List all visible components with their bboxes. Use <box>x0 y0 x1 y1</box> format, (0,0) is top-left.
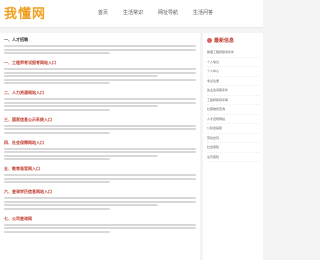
sidebar-link[interactable]: 社会保险 <box>207 143 259 153</box>
article-section: 七、公司查询网 <box>4 216 196 233</box>
text-line <box>4 131 110 134</box>
article-section: 二、人力资源网站入口 <box>4 90 196 111</box>
text-line <box>4 177 196 180</box>
text-line <box>4 158 110 160</box>
site-logo[interactable]: 我懂网 <box>4 3 46 22</box>
sidebar-link[interactable]: 失业金领取条件 <box>207 86 259 96</box>
article-section: 一、人才招聘 <box>4 37 196 54</box>
article-section: 一、工程师考试报考网站入口 <box>4 60 196 84</box>
sidebar-title: 最新信息 <box>214 38 235 44</box>
section-title[interactable]: 六、查询学历信息网站入口 <box>4 189 196 195</box>
text-line <box>4 71 196 74</box>
text-line <box>4 78 196 81</box>
section-title[interactable]: 七、公司查询网 <box>4 216 196 222</box>
text-line <box>4 151 196 153</box>
text-line <box>4 230 110 233</box>
sidebar-link[interactable]: 劳动合同 <box>207 134 259 143</box>
article-section: 四、社会保障网站入口 <box>4 140 196 160</box>
article-section: 五、教育局官网入口 <box>4 166 196 183</box>
sidebar-header: 最新信息 <box>207 37 259 44</box>
text-line <box>4 98 196 100</box>
text-line <box>4 174 196 176</box>
section-title[interactable]: 五、教育局官网入口 <box>4 166 196 172</box>
sidebar: 最新信息 助理工程师报考条件 个人信息 个人中心 考试注册 失业金领取条件 工程师职称评审… <box>203 33 263 260</box>
text-line <box>4 124 196 127</box>
article-section: 六、查询学历信息网站入口 <box>4 189 196 210</box>
nav-life-tips[interactable]: 生活常识 <box>123 9 143 16</box>
sidebar-link[interactable]: 社保缴费查询 <box>207 105 259 115</box>
section-title[interactable]: 三、国家信息公示系统入口 <box>4 117 196 123</box>
sidebar-link[interactable]: 个人中心 <box>207 67 259 77</box>
nav-life-qa[interactable]: 生活问答 <box>193 9 213 16</box>
text-line <box>4 197 196 199</box>
text-line <box>4 68 196 70</box>
text-line <box>4 223 196 226</box>
info-icon <box>207 38 212 43</box>
nav-site-directory[interactable]: 网址导航 <box>158 9 178 16</box>
text-line <box>4 105 158 107</box>
sidebar-link[interactable]: 生育保险 <box>207 153 259 162</box>
text-line <box>4 204 158 206</box>
sidebar-link[interactable]: 个人信息 <box>207 58 259 67</box>
sidebar-list: 助理工程师报考条件 个人信息 个人中心 考试注册 失业金领取条件 工程师职称评审 社保缴费查… <box>207 48 259 162</box>
text-line <box>4 207 110 210</box>
main-nav: 首页 生活常识 网址导航 生活问答 <box>98 9 213 16</box>
section-title[interactable]: 一、工程师考试报考网站入口 <box>4 60 196 66</box>
article-content: 一、人才招聘 一、工程师考试报考网站入口 二、人力资源网站入口 三、国家信息公示系统入… <box>0 33 200 260</box>
article-section: 三、国家信息公示系统入口 <box>4 117 196 134</box>
nav-home[interactable]: 首页 <box>98 9 108 16</box>
section-title[interactable]: 四、社会保障网站入口 <box>4 140 196 146</box>
text-line <box>4 101 196 104</box>
text-line <box>4 45 196 47</box>
sidebar-link[interactable]: 人才招聘网站 <box>207 115 259 124</box>
section-title[interactable]: 一、人才招聘 <box>4 37 196 43</box>
text-line <box>4 82 110 84</box>
sidebar-link[interactable]: 助理工程师报考条件 <box>207 48 259 58</box>
text-line <box>4 108 110 111</box>
sidebar-link[interactable]: 考试注册 <box>207 77 259 86</box>
text-line <box>4 200 196 203</box>
section-title[interactable]: 二、人力资源网站入口 <box>4 90 196 96</box>
text-line <box>4 48 196 51</box>
text-line <box>4 154 158 157</box>
text-line <box>4 147 196 150</box>
text-line <box>4 227 196 229</box>
text-line <box>4 181 110 183</box>
site-header: 我懂网 首页 生活常识 网址导航 生活问答 <box>0 0 263 28</box>
text-line <box>4 128 196 130</box>
text-line <box>4 75 158 77</box>
sidebar-link[interactable]: 公积金提取 <box>207 124 259 134</box>
text-line <box>4 52 110 54</box>
sidebar-link[interactable]: 工程师职称评审 <box>207 96 259 105</box>
